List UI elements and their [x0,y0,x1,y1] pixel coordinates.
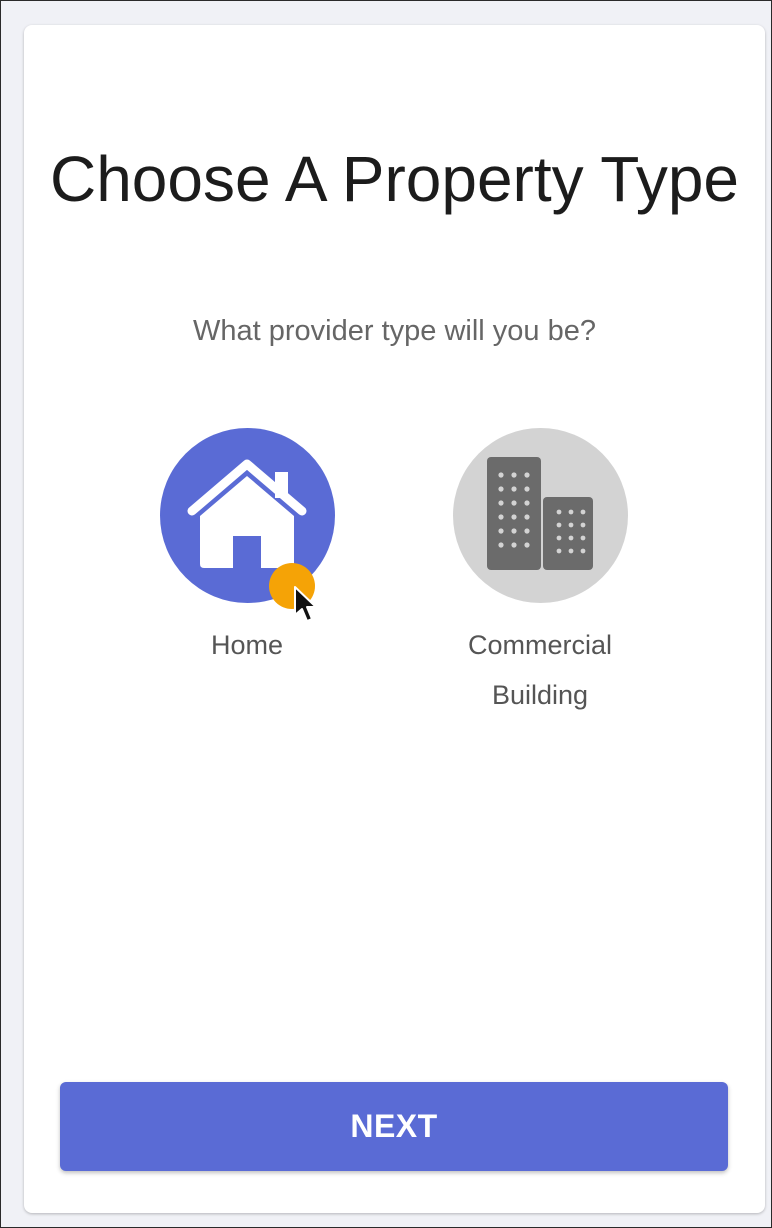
next-button[interactable]: NEXT [60,1082,728,1171]
option-commercial-building-label: Commercial Building [467,630,613,710]
window-frame: Choose A Property Type What provider typ… [0,0,772,1228]
commercial-building-circle[interactable] [452,428,628,603]
building-icon [486,457,593,570]
option-commercial-building[interactable]: Commercial Building [430,428,650,720]
page-title: Choose A Property Type [49,143,740,215]
page-subtitle: What provider type will you be? [193,315,596,347]
option-home[interactable]: Home [137,428,357,670]
property-type-card: Choose A Property Type What provider typ… [24,25,765,1213]
option-home-label: Home [210,630,284,660]
mouse-pointer-icon [294,586,317,622]
